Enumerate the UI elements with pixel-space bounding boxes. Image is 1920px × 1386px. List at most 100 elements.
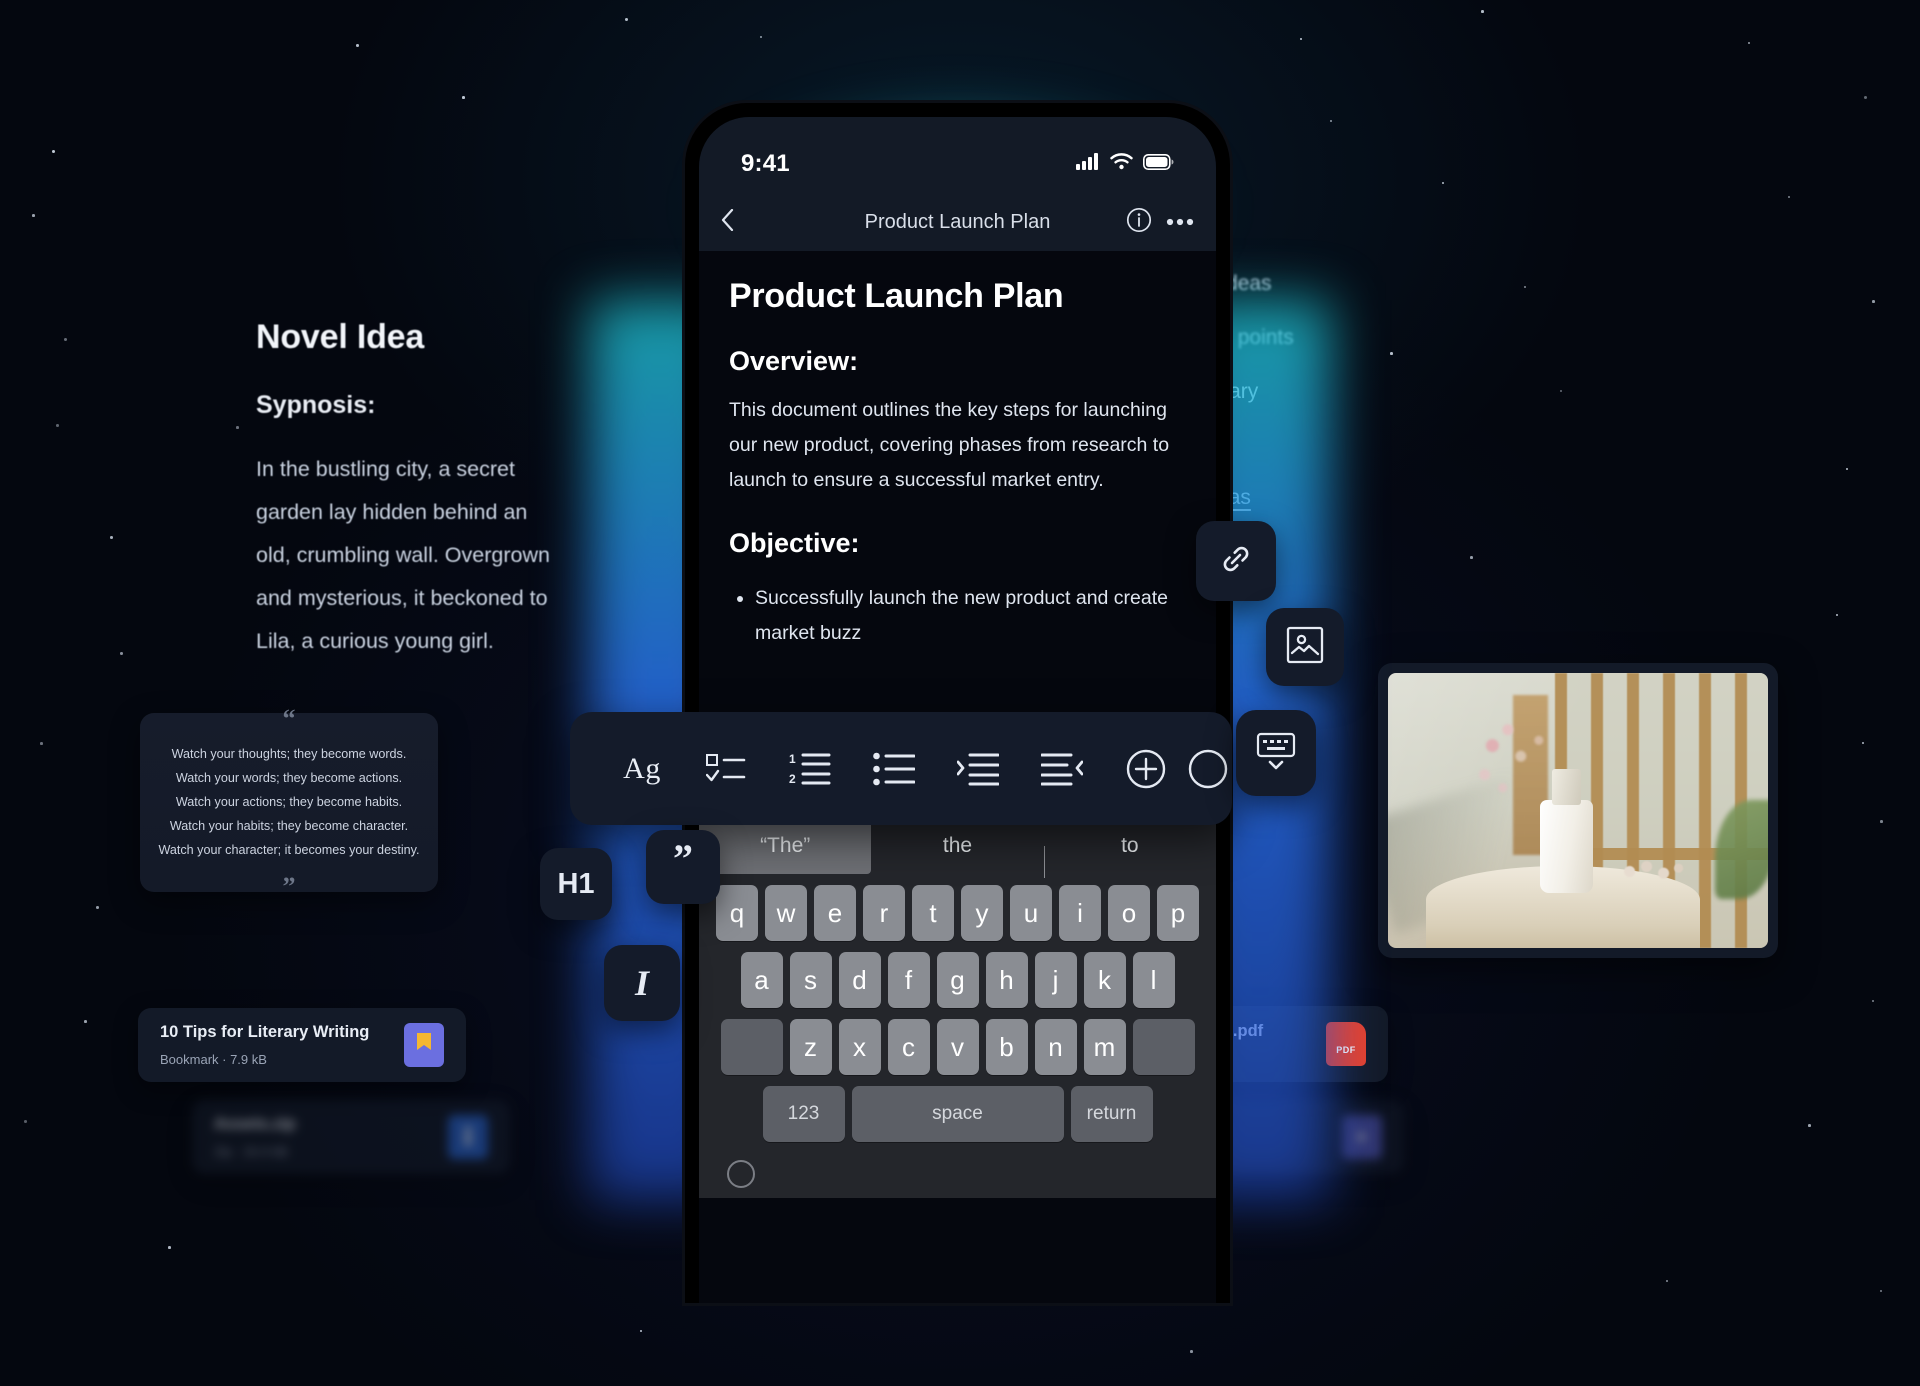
file-card-bookmark[interactable]: 10 Tips for Literary Writing Bookmark · … — [138, 1008, 466, 1082]
status-bar: 9:41 — [699, 117, 1216, 193]
key-h[interactable]: h — [986, 952, 1028, 1008]
star — [462, 96, 465, 99]
star — [1748, 42, 1750, 44]
text-format-icon[interactable]: Ag — [600, 752, 684, 786]
wifi-icon — [1110, 153, 1133, 175]
bulleted-list-icon[interactable] — [852, 752, 936, 786]
key-f[interactable]: f — [888, 952, 930, 1008]
quote-line: Watch your habits; they become character… — [158, 814, 419, 838]
insert-image-chip[interactable] — [1266, 608, 1344, 686]
backspace-key[interactable] — [1133, 1019, 1195, 1075]
star — [52, 150, 55, 153]
key-m[interactable]: m — [1084, 1019, 1126, 1075]
key-x[interactable]: x — [839, 1019, 881, 1075]
key-e[interactable]: e — [814, 885, 856, 941]
key-n[interactable]: n — [1035, 1019, 1077, 1075]
key-k[interactable]: k — [1084, 952, 1126, 1008]
novel-body-line: old, crumbling wall. Overgrown — [256, 534, 636, 577]
key-d[interactable]: d — [839, 952, 881, 1008]
star — [24, 1120, 27, 1123]
key-u[interactable]: u — [1010, 885, 1052, 941]
file-card-assets[interactable]: Assets.zip Zip · 24.4 kB — [192, 1100, 510, 1174]
pdf-icon: PDF — [1326, 1022, 1366, 1066]
open-quote-icon: “ — [283, 706, 296, 732]
key-w[interactable]: w — [765, 885, 807, 941]
indent-increase-icon[interactable] — [936, 752, 1020, 786]
key-r[interactable]: r — [863, 885, 905, 941]
section-paragraph-overview: This document outlines the key steps for… — [729, 393, 1186, 498]
battery-icon — [1143, 154, 1174, 175]
suggestion-item[interactable]: the — [871, 834, 1043, 858]
return-key[interactable]: return — [1071, 1086, 1153, 1142]
document-title: Product Launch Plan — [729, 277, 1186, 316]
keyboard-row-3: z x c v b n m — [699, 1019, 1216, 1075]
navigation-bar: Product Launch Plan — [699, 193, 1216, 251]
keyboard-dismiss-icon — [1254, 730, 1298, 777]
key-s[interactable]: s — [790, 952, 832, 1008]
key-t[interactable]: t — [912, 885, 954, 941]
star — [356, 44, 359, 47]
novel-idea-title: Novel Idea — [256, 318, 636, 357]
star — [1788, 196, 1790, 198]
key-q[interactable]: q — [716, 885, 758, 941]
dismiss-keyboard-chip[interactable] — [1236, 710, 1316, 796]
star — [640, 1330, 642, 1332]
heading-one-chip[interactable]: H1 — [540, 848, 612, 920]
key-g[interactable]: g — [937, 952, 979, 1008]
list-item: Successfully launch the new product and … — [755, 581, 1186, 651]
star — [1330, 120, 1332, 122]
photo-card[interactable] — [1378, 663, 1778, 958]
numeric-key[interactable]: 123 — [763, 1086, 845, 1142]
formatting-toolbar[interactable]: Ag 1 2 — [570, 712, 1232, 825]
quote-card: “ Watch your thoughts; they become words… — [140, 713, 438, 892]
key-z[interactable]: z — [790, 1019, 832, 1075]
star — [1808, 1124, 1811, 1127]
star — [1560, 390, 1562, 392]
cellular-signal-icon — [1076, 153, 1100, 175]
link-icon — [1216, 539, 1256, 584]
block-quote-icon: ” — [673, 835, 693, 882]
key-c[interactable]: c — [888, 1019, 930, 1075]
close-quote-icon: ” — [283, 874, 296, 900]
key-i[interactable]: i — [1059, 885, 1101, 941]
block-quote-chip[interactable]: ” — [646, 830, 720, 904]
image-icon — [1286, 626, 1324, 669]
key-p[interactable]: p — [1157, 885, 1199, 941]
star — [96, 906, 99, 909]
star — [625, 18, 628, 21]
numbered-list-icon[interactable]: 1 2 — [768, 752, 852, 786]
key-l[interactable]: l — [1133, 952, 1175, 1008]
info-circle-icon[interactable] — [1126, 207, 1152, 238]
key-o[interactable]: o — [1108, 885, 1150, 941]
star — [1190, 1350, 1193, 1353]
globe-icon[interactable] — [727, 1160, 755, 1188]
suggestion-item[interactable]: to — [1044, 834, 1216, 858]
star — [1390, 352, 1393, 355]
link-chip[interactable] — [1196, 521, 1276, 601]
space-key[interactable]: space — [852, 1086, 1064, 1142]
novel-body-line: and mysterious, it beckoned to — [256, 577, 636, 620]
camera-icon[interactable] — [1188, 749, 1228, 789]
quote-text: Watch your thoughts; they become words. … — [158, 742, 419, 862]
keyboard-row-4: 123 space return — [699, 1086, 1216, 1142]
indent-decrease-icon[interactable] — [1020, 752, 1104, 786]
key-a[interactable]: a — [741, 952, 783, 1008]
key-y[interactable]: y — [961, 885, 1003, 941]
shift-key[interactable] — [721, 1019, 783, 1075]
key-j[interactable]: j — [1035, 952, 1077, 1008]
chevron-left-icon[interactable] — [721, 209, 734, 236]
suggestion-item[interactable]: “The” — [699, 818, 871, 874]
key-v[interactable]: v — [937, 1019, 979, 1075]
file-name: Assets.zip — [214, 1115, 296, 1134]
heading-one-label: H1 — [557, 868, 594, 901]
star — [1481, 10, 1484, 13]
on-screen-keyboard[interactable]: “The” the to q w e r t y u i o p a s d f… — [699, 818, 1216, 1198]
bookmark-icon — [404, 1023, 444, 1067]
objective-bullet-list: Successfully launch the new product and … — [729, 581, 1186, 651]
italic-chip[interactable]: I — [604, 945, 680, 1021]
ellipsis-icon[interactable] — [1166, 213, 1194, 231]
section-heading-objective: Objective: — [729, 528, 1186, 559]
add-circle-icon[interactable] — [1104, 749, 1188, 789]
checklist-icon[interactable] — [684, 752, 768, 786]
key-b[interactable]: b — [986, 1019, 1028, 1075]
